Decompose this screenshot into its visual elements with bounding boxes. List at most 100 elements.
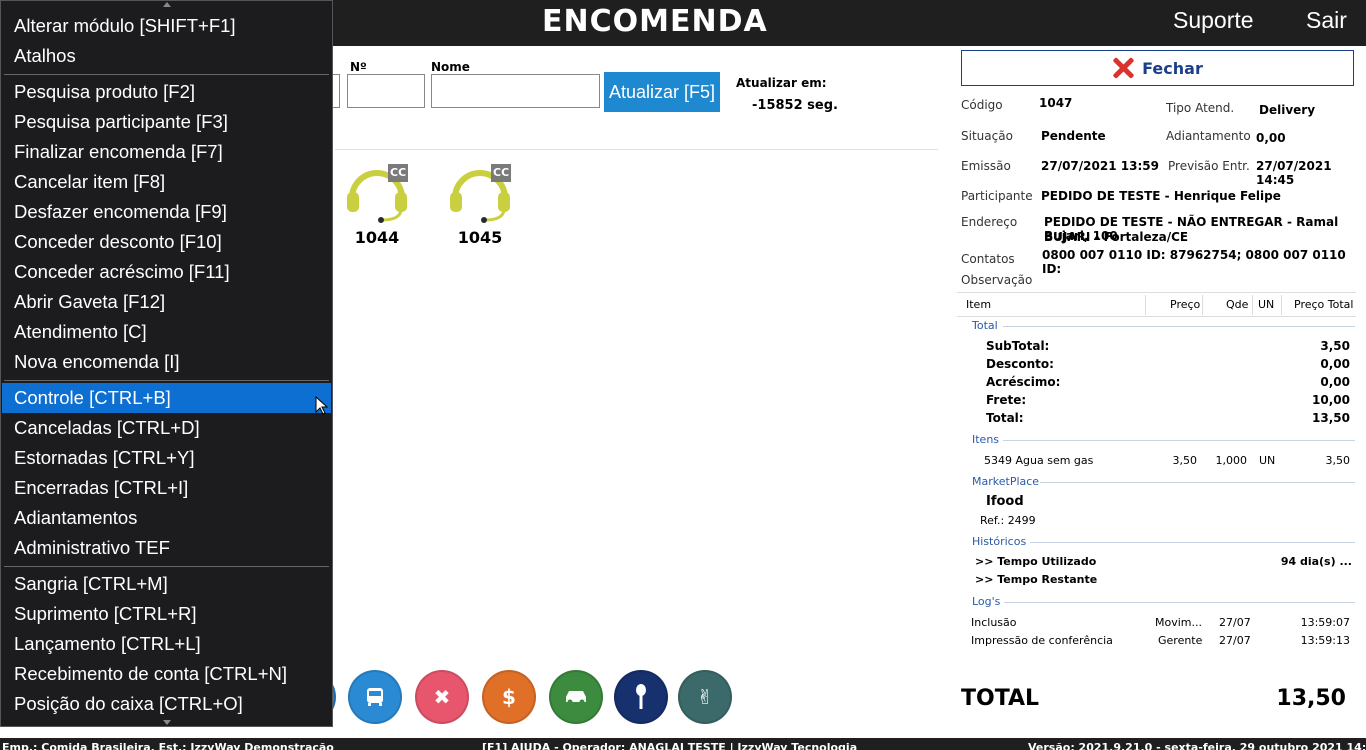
nome-input[interactable] xyxy=(431,74,600,108)
status-bar: Emp.: Comida Brasileira, Est.: IzzyWay D… xyxy=(0,738,1366,750)
contatos-label: Contatos xyxy=(961,252,1015,266)
footer-left: Emp.: Comida Brasileira, Est.: IzzyWay D… xyxy=(2,741,334,750)
historicos-section-label: Históricos xyxy=(972,535,1027,548)
menu-item[interactable]: Finalizar encomenda [F7] xyxy=(2,137,331,167)
tempo-utilizado-label: >> Tempo Utilizado xyxy=(975,555,1097,568)
menu-item[interactable]: Alterar módulo [SHIFT+F1] xyxy=(2,11,331,41)
menu-item[interactable]: Canceladas [CTRL+D] xyxy=(2,413,331,443)
page-title: ENCOMENDA xyxy=(542,4,768,39)
menu-item[interactable]: Lançamento [CTRL+L] xyxy=(2,629,331,659)
acrescimo-value: 0,00 xyxy=(1320,375,1350,389)
module-menu: Alterar módulo [SHIFT+F1] Atalhos Pesqui… xyxy=(0,0,333,727)
sair-link[interactable]: Sair xyxy=(1306,7,1347,34)
order-badge: CC xyxy=(493,166,510,179)
car-icon[interactable] xyxy=(549,670,603,724)
menu-item[interactable]: Posição do caixa [CTRL+O] xyxy=(2,689,331,719)
close-button[interactable]: Fechar xyxy=(961,50,1354,86)
dollar-icon[interactable]: $ xyxy=(482,670,536,724)
total-label: Total: xyxy=(986,411,1024,425)
log-data: 27/07 xyxy=(1219,616,1251,629)
log-acao: Impressão de conferência xyxy=(971,634,1113,647)
update-in-label: Atualizar em: xyxy=(736,76,827,90)
emissao-label: Emissão xyxy=(961,159,1011,173)
codigo-value: 1047 xyxy=(1039,96,1073,110)
tipo-value: Delivery xyxy=(1259,103,1316,117)
order-tile[interactable]: CC 1044 xyxy=(342,164,412,254)
menu-item[interactable]: Sangria [CTRL+M] xyxy=(2,569,331,599)
footer-right: Versão: 2021.9.21.0 - sexta-feira, 29 ou… xyxy=(1028,741,1366,750)
order-number: 1044 xyxy=(354,228,400,247)
scroll-up-icon[interactable] xyxy=(163,2,171,7)
desconto-value: 0,00 xyxy=(1320,357,1350,371)
itens-section-label: Itens xyxy=(972,433,1000,446)
desconto-label: Desconto: xyxy=(986,357,1054,371)
bus-icon[interactable] xyxy=(348,670,402,724)
order-tile[interactable]: CC 1045 xyxy=(445,164,515,254)
update-in-value: -15852 seg. xyxy=(752,98,838,113)
item-name: 5349 Agua sem gas xyxy=(984,454,1094,467)
grand-total-value: 13,50 xyxy=(1276,686,1346,711)
log-data: 27/07 xyxy=(1219,634,1251,647)
marketplace-value: Ifood xyxy=(986,494,1024,509)
menu-item[interactable]: Nova encomenda [I] xyxy=(2,347,331,377)
menu-item[interactable]: Estornadas [CTRL+Y] xyxy=(2,443,331,473)
menu-item[interactable]: Conceder desconto [F10] xyxy=(2,227,331,257)
menu-item[interactable]: Encerradas [CTRL+I] xyxy=(2,473,331,503)
frete-value: 10,00 xyxy=(1312,393,1350,407)
col-item: Item xyxy=(966,298,992,311)
menu-item[interactable]: Suprimento [CTRL+R] xyxy=(2,599,331,629)
tempo-restante-label: >> Tempo Restante xyxy=(975,573,1098,586)
adiant-value: 0,00 xyxy=(1256,131,1286,145)
suporte-link[interactable]: Suporte xyxy=(1173,7,1254,34)
menu-item[interactable]: Administrativo TEF xyxy=(2,533,331,563)
item-total: 3,50 xyxy=(1325,454,1351,467)
menu-item[interactable]: Desfazer encomenda [F9] xyxy=(2,197,331,227)
close-label: Fechar xyxy=(1142,58,1203,78)
endereco-line2: BUJARI - Fortaleza/CE xyxy=(1044,230,1189,244)
total-section-label: Total xyxy=(972,319,998,332)
menu-item[interactable]: Pesquisa participante [F3] xyxy=(2,107,331,137)
situacao-value: Pendente xyxy=(1041,129,1106,143)
scroll-down-icon[interactable] xyxy=(163,720,171,725)
emissao-value: 27/07/2021 13:59 xyxy=(1041,159,1159,173)
menu-item[interactable]: Atalhos xyxy=(2,41,331,71)
mouse-cursor-icon xyxy=(315,396,329,415)
log-hora: 13:59:07 xyxy=(1300,616,1350,629)
tempo-utilizado-value: 94 dia(s) ... xyxy=(1280,555,1352,568)
hand-icon[interactable]: ✌ xyxy=(678,670,732,724)
marketplace-section-label: MarketPlace xyxy=(972,475,1040,488)
menu-item[interactable]: Cancelar item [F8] xyxy=(2,167,331,197)
cancel-icon[interactable]: ✖ xyxy=(415,670,469,724)
menu-item[interactable]: Atendimento [C] xyxy=(2,317,331,347)
marketplace-ref: Ref.: 2499 xyxy=(980,514,1036,527)
acrescimo-label: Acréscimo: xyxy=(986,375,1061,389)
log-user: Movim... xyxy=(1155,616,1202,629)
situacao-label: Situação xyxy=(961,129,1013,143)
tipo-label: Tipo Atend. xyxy=(1166,101,1235,115)
col-preco: Preço xyxy=(1170,298,1201,311)
subtotal-label: SubTotal: xyxy=(986,339,1050,353)
menu-item[interactable]: Conceder acréscimo [F11] xyxy=(2,257,331,287)
total-value: 13,50 xyxy=(1312,411,1350,425)
numero-label: Nº xyxy=(350,60,367,74)
menu-item[interactable]: Abrir Gaveta [F12] xyxy=(2,287,331,317)
spoon-icon[interactable] xyxy=(614,670,668,724)
menu-item-selected[interactable]: Controle [CTRL+B] xyxy=(2,383,331,413)
subtotal-value: 3,50 xyxy=(1320,339,1350,353)
item-qde: 1,000 xyxy=(1215,454,1248,467)
log-hora: 13:59:13 xyxy=(1300,634,1350,647)
divider xyxy=(335,149,938,150)
endereco-label: Endereço xyxy=(961,215,1018,229)
update-button[interactable]: Atualizar [F5] xyxy=(604,72,720,112)
logs-section-label: Log's xyxy=(972,595,1001,608)
order-number: 1045 xyxy=(457,228,503,247)
item-un: UN xyxy=(1259,454,1276,467)
menu-item[interactable]: Pesquisa produto [F2] xyxy=(2,77,331,107)
log-user: Gerente xyxy=(1158,634,1203,647)
observacao-label: Observação xyxy=(961,273,1033,287)
numero-input[interactable] xyxy=(347,74,425,108)
col-total: Preço Total xyxy=(1294,298,1354,311)
menu-item[interactable]: Recebimento de conta [CTRL+N] xyxy=(2,659,331,689)
menu-item[interactable]: Adiantamentos xyxy=(2,503,331,533)
previsao-label: Previsão Entr. xyxy=(1168,159,1250,173)
